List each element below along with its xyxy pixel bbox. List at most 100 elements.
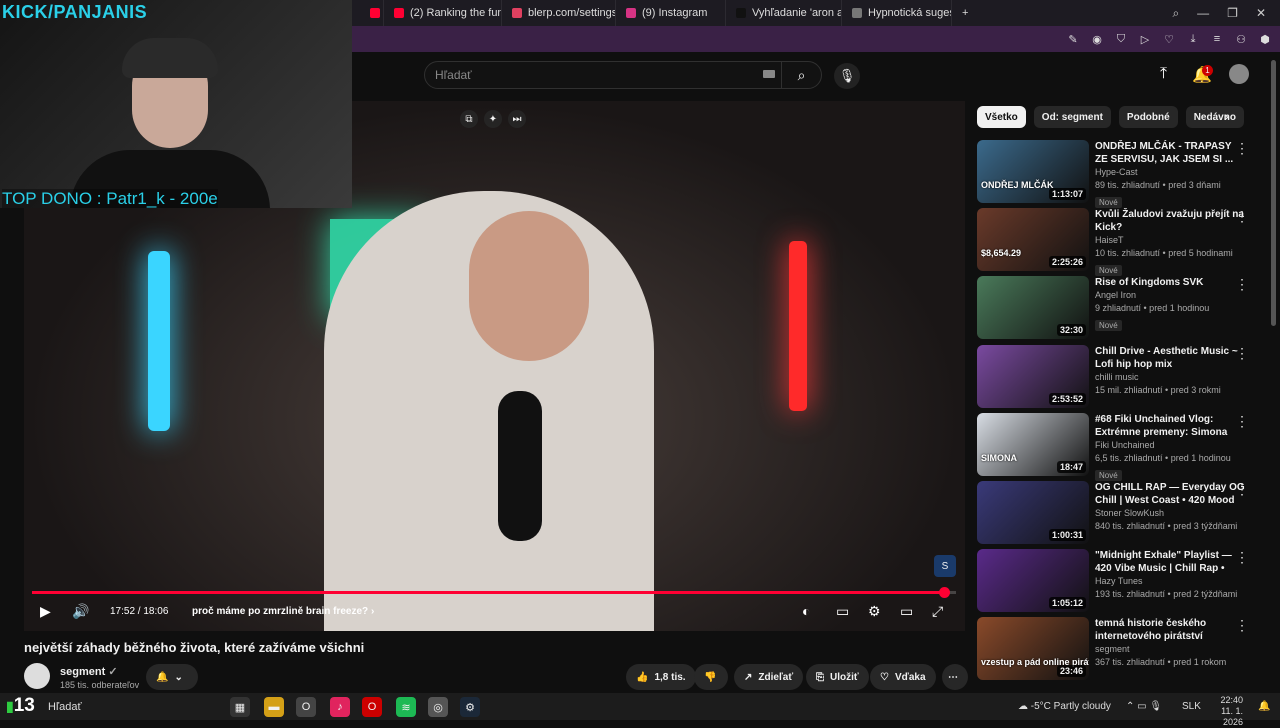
camera-icon[interactable]: ◉ <box>1090 33 1104 46</box>
video-channel[interactable]: segment <box>1095 643 1245 656</box>
progress-bar[interactable] <box>32 587 956 598</box>
more-options-icon[interactable]: ⋮ <box>1235 549 1249 566</box>
recommended-video[interactable]: 1:00:31 OG CHILL RAP — Everyday OG Chill … <box>977 481 1267 545</box>
more-options-icon[interactable]: ⋮ <box>1235 617 1249 634</box>
thanks-button[interactable]: ♡ Vďaka <box>870 664 936 690</box>
new-tab-button[interactable]: + <box>952 0 978 26</box>
video-title[interactable]: Rise of Kingdoms SVK <box>1095 276 1245 289</box>
video-thumbnail[interactable]: 1:00:31 <box>977 481 1089 544</box>
tray-icons[interactable]: ⌃ ▭ 🎙 <box>1126 701 1162 712</box>
minimize-icon[interactable]: — <box>1197 6 1209 21</box>
bell-icon[interactable]: 🔔 <box>1258 701 1270 712</box>
edit-icon[interactable]: ✎ <box>1066 33 1080 46</box>
browser-tab[interactable]: blerp.com/settings?setting <box>502 0 616 26</box>
volume-icon[interactable]: 🔊 <box>72 603 89 620</box>
more-options-icon[interactable]: ⋮ <box>1235 208 1249 225</box>
video-thumbnail[interactable]: 1:05:12 <box>977 549 1089 613</box>
video-channel[interactable]: Angel Iron <box>1095 289 1245 302</box>
heart-icon[interactable]: ♡ <box>1162 33 1176 46</box>
download-icon[interactable]: ⤓ <box>1186 33 1200 46</box>
recommended-video[interactable]: SIMONA 18:47 #68 Fiki Unchained Vlog: Extr… <box>977 412 1267 481</box>
recommended-video[interactable]: $8,654.29 2:25:26 Kvůli Žaludovi zvažuju p… <box>977 208 1267 277</box>
subtitles-icon[interactable]: ▭ <box>836 603 849 620</box>
like-button[interactable]: 👍 1,8 tis. <box>626 664 696 690</box>
settings-icon[interactable]: ⚙ <box>868 603 881 620</box>
video-channel[interactable]: chilli music <box>1095 371 1245 384</box>
upload-icon[interactable]: ⤒ <box>1160 65 1167 83</box>
video-thumbnail[interactable]: vzestup a pád online pirátů 23:46 <box>977 617 1089 681</box>
more-actions-button[interactable]: ⋯ <box>942 664 968 690</box>
more-options-icon[interactable]: ⋮ <box>1235 481 1249 498</box>
video-thumbnail[interactable]: 2:53:52 <box>977 344 1089 408</box>
extension-icon[interactable]: ⬢ <box>1258 33 1272 46</box>
video-title[interactable]: "Midnight Exhale" Playlist — 420 Vibe Mu… <box>1095 549 1245 575</box>
video-title[interactable]: #68 Fiki Unchained Vlog: Extrémne premen… <box>1095 413 1245 439</box>
video-thumbnail[interactable]: 32:30 <box>977 276 1089 340</box>
scrollbar[interactable] <box>1271 60 1276 326</box>
more-options-icon[interactable]: ⋮ <box>1235 276 1249 293</box>
autoplay-toggle[interactable]: ◐ <box>802 603 810 619</box>
video-title[interactable]: OG CHILL RAP — Everyday OG Chill | West … <box>1095 481 1245 507</box>
more-options-icon[interactable]: ⋮ <box>1235 140 1249 157</box>
filter-chip[interactable]: Od: segment <box>1033 106 1111 128</box>
subscribe-bell-button[interactable]: 🔔 ⌄ <box>146 664 198 690</box>
video-channel[interactable]: Stoner SlowKush <box>1095 507 1245 520</box>
video-thumbnail[interactable]: $8,654.29 2:25:26 <box>977 208 1089 272</box>
recommended-video[interactable]: vzestup a pád online pirátů 23:46 temná hi… <box>977 617 1267 681</box>
share-button[interactable]: ↗ Zdieľať <box>734 664 804 690</box>
browser-tab[interactable]: (9) Instagram <box>616 0 726 26</box>
more-options-icon[interactable]: ⋮ <box>1235 413 1249 430</box>
keyboard-icon[interactable] <box>763 70 775 78</box>
video-thumbnail[interactable]: SIMONA 18:47 <box>977 412 1089 476</box>
browser-tab[interactable]: (2) Ranking the funniest st <box>384 0 502 26</box>
chapter-title[interactable]: proč máme po zmrzlině brain freeze? › <box>192 606 374 617</box>
recommended-video[interactable]: ONDŘEJ MLČÁK 1:13:07 ONDŘEJ MLČÁK - TRAPAS… <box>977 140 1267 208</box>
account-avatar[interactable] <box>1229 64 1249 84</box>
video-channel[interactable]: Hype-Cast <box>1095 166 1245 179</box>
clock[interactable]: 22:40 11. 1. 2026 <box>1203 695 1243 728</box>
fullscreen-icon[interactable]: ⤢ <box>932 603 943 620</box>
filter-chip[interactable]: Podobné <box>1118 106 1178 128</box>
dislike-button[interactable]: 👎 <box>694 664 728 690</box>
shield-icon[interactable]: ⛉ <box>1114 33 1128 46</box>
voice-search-button[interactable]: 🎙 <box>834 63 860 89</box>
recommended-video[interactable]: 32:30 Rise of Kingdoms SVK Angel Iron 9 zhl… <box>977 276 1267 340</box>
user-icon[interactable]: ⚇ <box>1234 33 1248 46</box>
video-thumbnail[interactable]: ONDŘEJ MLČÁK 1:13:07 <box>977 140 1089 203</box>
progress-scrubber[interactable] <box>938 587 950 598</box>
browser-tab[interactable]: Vyhľadanie 'aron a dikso' <box>726 0 842 26</box>
opera-gx-icon[interactable]: O <box>296 697 316 717</box>
recommended-video[interactable]: 1:05:12 "Midnight Exhale" Playlist — 420 … <box>977 549 1267 613</box>
restore-icon[interactable]: ❐ <box>1227 6 1238 21</box>
video-title[interactable]: temná historie českého internetového pir… <box>1095 617 1245 643</box>
taskbar-search[interactable]: Hľadať <box>48 697 218 717</box>
menu-icon[interactable]: ≡ <box>1210 33 1224 45</box>
weather-widget[interactable]: ☁ -5°C Partly cloudy <box>1018 701 1111 712</box>
play-icon[interactable]: ▶ <box>40 603 51 620</box>
skip-icon[interactable]: ⏭ <box>508 110 526 128</box>
close-icon[interactable]: ✕ <box>1256 6 1266 21</box>
language-indicator[interactable]: SLK <box>1182 701 1201 712</box>
task-view-icon[interactable]: ▦ <box>230 697 250 717</box>
spotify-icon[interactable]: ≋ <box>396 697 416 717</box>
recommended-video[interactable]: 2:53:52 Chill Drive - Aesthetic Music ~ L… <box>977 344 1267 409</box>
video-channel[interactable]: HaiseT <box>1095 234 1245 247</box>
channel-name[interactable]: segment ✓ <box>60 665 118 678</box>
play-icon[interactable]: ▷ <box>1138 33 1152 46</box>
opera-icon[interactable]: O <box>362 697 382 717</box>
filter-chip[interactable]: Nedávno <box>1185 106 1244 128</box>
miniplayer-icon[interactable]: ⧉ <box>460 110 478 128</box>
browser-tab[interactable]: Hypnotická sugestia <box>842 0 952 26</box>
sparkle-icon[interactable]: ✦ <box>484 110 502 128</box>
tiktok-icon[interactable]: ♪ <box>330 697 350 717</box>
save-button[interactable]: ⎘ Uložiť <box>806 664 869 690</box>
channel-watermark[interactable]: S <box>934 555 956 577</box>
obs-icon[interactable]: ◎ <box>428 697 448 717</box>
browser-tab[interactable]: nd <box>360 0 384 26</box>
filter-chip[interactable]: Všetko <box>977 106 1026 128</box>
steam-icon[interactable]: ⚙ <box>460 697 480 717</box>
theater-icon[interactable]: ▭ <box>900 603 913 620</box>
chevron-right-icon[interactable]: › <box>1224 108 1229 124</box>
start-badge[interactable]: ▮13 <box>6 695 35 717</box>
search-button[interactable]: ⌕ <box>781 62 821 88</box>
